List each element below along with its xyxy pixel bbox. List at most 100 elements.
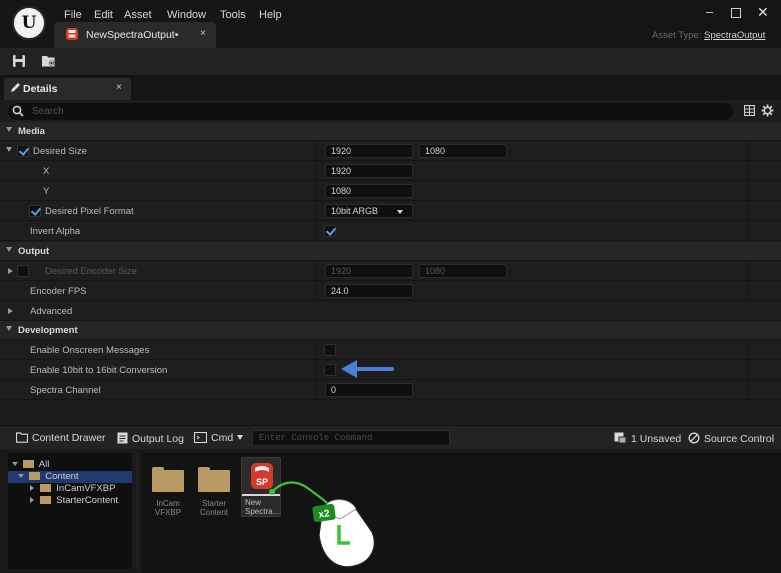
content-drawer-button[interactable]: Content Drawer	[16, 432, 106, 444]
spectra-channel-label: Spectra Channel	[30, 385, 101, 396]
cmd-dropdown[interactable]: Cmd	[194, 432, 244, 444]
details-tab-label: Details	[23, 83, 58, 95]
collapse-arrow-icon[interactable]	[6, 326, 12, 331]
collapse-arrow-icon[interactable]	[6, 127, 12, 132]
tree-item-incamvfxbp-label: InCamVFXBP	[56, 483, 116, 494]
desired-size-y-field[interactable]: 1080	[419, 144, 507, 158]
y-field[interactable]: 1080	[325, 184, 413, 198]
output-log-button[interactable]: Output Log	[117, 432, 184, 445]
source-control-label: Source Control	[704, 433, 775, 445]
tree-item-all[interactable]: All	[12, 459, 49, 470]
property-conversion: Enable 10bit to 16bit Conversion	[0, 361, 781, 380]
search-box[interactable]	[8, 103, 733, 120]
x-label: X	[43, 166, 50, 177]
search-row	[0, 100, 781, 122]
property-encoder-fps: Encoder FPS 24.0	[0, 282, 781, 301]
pixel-format-dropdown[interactable]: 10bit ARGB	[325, 204, 413, 218]
document-tab-label: NewSpectraOutput•	[86, 29, 179, 41]
source-control-button[interactable]: Source Control	[688, 432, 774, 445]
details-panel: Media Desired Size 1920 1080 X 1920 Y 10…	[0, 100, 781, 425]
close-icon[interactable]: ×	[116, 82, 122, 93]
desired-size-x-value: 1920	[331, 146, 352, 156]
encoder-size-x-field: 1920	[325, 264, 413, 278]
folder-icon	[149, 459, 187, 497]
property-encoder-size: Desired Encoder Size 1920 1080	[0, 262, 781, 281]
details-tab[interactable]: Details ×	[4, 78, 131, 100]
splitter-handle[interactable]	[136, 453, 139, 569]
pixel-format-checkbox[interactable]	[29, 205, 41, 217]
console-command-input[interactable]	[252, 430, 450, 446]
expand-arrow-icon[interactable]	[6, 147, 12, 152]
tree-item-all-label: All	[38, 459, 50, 470]
maximize-icon[interactable]	[731, 8, 741, 18]
tree-item-startercontent[interactable]: StarterContent	[30, 495, 118, 506]
asset-name: Starter Content	[199, 499, 229, 517]
category-media-label: Media	[18, 126, 45, 137]
tree-item-startercontent-label: StarterContent	[56, 495, 119, 506]
category-output[interactable]: Output	[0, 242, 781, 261]
save-icon[interactable]	[12, 54, 26, 68]
encoder-size-y-value: 1080	[425, 266, 446, 276]
encoder-fps-field[interactable]: 24.0	[325, 284, 413, 298]
expand-arrow-icon[interactable]	[8, 268, 13, 274]
expand-arrow-icon	[30, 497, 34, 503]
category-output-label: Output	[18, 246, 50, 257]
menu-edit[interactable]: Edit	[94, 9, 113, 21]
tree-item-content-label: Content	[45, 471, 79, 482]
desired-size-y-value: 1080	[425, 146, 446, 156]
category-media[interactable]: Media	[0, 122, 781, 141]
property-onscreen-messages: Enable Onscreen Messages	[0, 341, 781, 360]
settings-icon[interactable]	[761, 104, 774, 117]
close-icon[interactable]: ×	[200, 28, 206, 39]
desired-size-checkbox[interactable]	[17, 145, 29, 157]
window-close-icon[interactable]: ✕	[757, 4, 769, 21]
tree-item-incamvfxbp[interactable]: InCamVFXBP	[30, 483, 115, 494]
encoder-size-label: Desired Encoder Size	[45, 266, 137, 277]
pixel-format-label: Desired Pixel Format	[45, 206, 134, 217]
encoder-size-y-field: 1080	[419, 264, 507, 278]
spectra-channel-value: 0	[331, 385, 337, 395]
advanced-label: Advanced	[30, 306, 73, 317]
menu-tools[interactable]: Tools	[220, 9, 246, 21]
onscreen-messages-checkbox[interactable]	[324, 344, 336, 356]
asset-type-label: Asset Type: SpectraOutput	[652, 30, 765, 41]
unsaved-icon	[614, 432, 627, 444]
table-icon[interactable]	[744, 105, 755, 116]
desired-size-x-field[interactable]: 1920	[325, 144, 413, 158]
encoder-fps-value: 24.0	[331, 286, 349, 296]
menu-window[interactable]: Window	[167, 9, 206, 21]
property-advanced[interactable]: Advanced	[0, 302, 781, 321]
content-drawer-label: Content Drawer	[32, 432, 106, 444]
cmd-label: Cmd	[211, 432, 234, 444]
conversion-checkbox[interactable]	[324, 364, 336, 376]
details-tab-strip: Details ×	[0, 76, 781, 100]
unreal-logo[interactable]: U	[12, 6, 46, 40]
x-field[interactable]: 1920	[325, 164, 413, 178]
collapse-arrow-icon[interactable]	[6, 247, 12, 252]
browse-icon[interactable]	[41, 54, 57, 68]
encoder-size-checkbox[interactable]	[17, 265, 29, 277]
pencil-icon	[10, 82, 21, 93]
expand-arrow-icon	[12, 462, 18, 466]
menu-asset[interactable]: Asset	[124, 9, 152, 21]
expand-arrow-icon[interactable]	[8, 308, 13, 314]
tree-item-content[interactable]: Content	[18, 471, 79, 482]
output-log-label: Output Log	[132, 433, 184, 445]
menu-file[interactable]: File	[64, 9, 82, 21]
category-development[interactable]: Development	[0, 321, 781, 340]
search-icon	[12, 105, 24, 117]
invert-alpha-checkbox[interactable]	[324, 225, 336, 237]
expand-arrow-icon	[18, 474, 24, 478]
document-tab[interactable]: NewSpectraOutput• ×	[54, 22, 216, 48]
asset-type-link[interactable]: SpectraOutput	[704, 30, 765, 41]
menu-help[interactable]: Help	[259, 9, 282, 21]
unsaved-button[interactable]: 1 Unsaved	[614, 432, 681, 445]
desired-size-label: Desired Size	[33, 146, 87, 157]
asset-new-spectra-output[interactable]: SP New Spectra...	[241, 457, 281, 517]
encoder-size-x-value: 1920	[331, 266, 352, 276]
minimize-icon[interactable]: –	[706, 4, 713, 19]
spectra-channel-field[interactable]: 0	[325, 383, 413, 397]
category-development-label: Development	[18, 325, 78, 336]
folder-icon	[195, 459, 233, 497]
search-input[interactable]	[32, 105, 722, 118]
